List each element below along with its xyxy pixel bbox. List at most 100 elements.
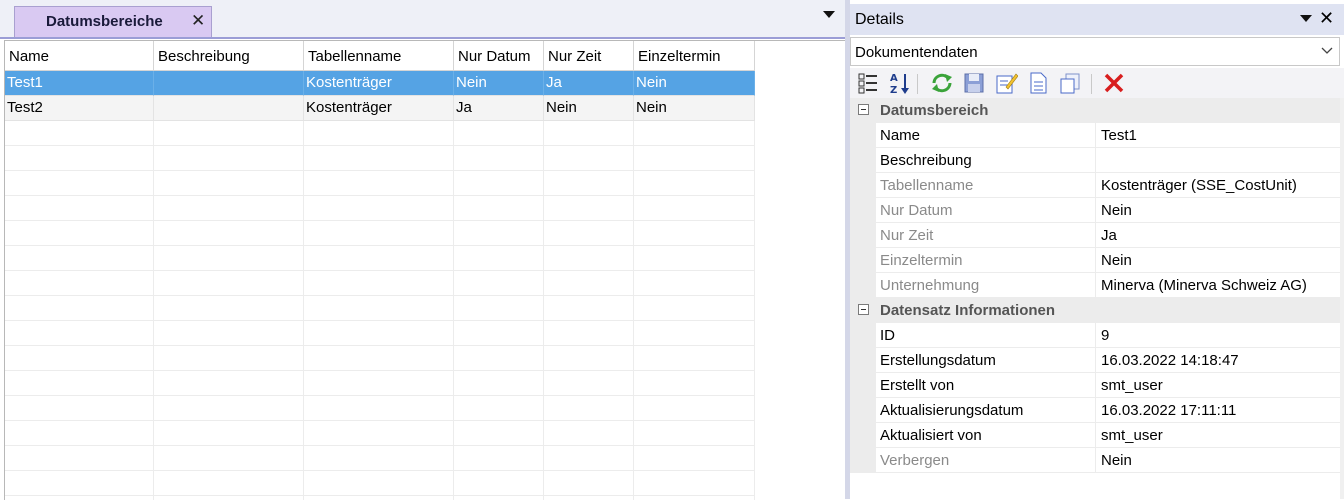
property-value[interactable] xyxy=(1096,148,1340,173)
delete-icon[interactable] xyxy=(1102,71,1126,95)
tab-menu-dropdown-icon[interactable] xyxy=(822,9,836,19)
property-row[interactable]: Tabellenname Kostenträger (SSE_CostUnit) xyxy=(850,173,1340,198)
column-header[interactable]: Nur Datum xyxy=(454,41,544,71)
details-header: Details ✕ xyxy=(850,4,1344,35)
table-cell[interactable]: Ja xyxy=(544,71,634,96)
table-cell[interactable]: Nein xyxy=(454,71,544,96)
property-row[interactable]: Erstellungsdatum 16.03.2022 14:18:47 xyxy=(850,348,1340,373)
property-row[interactable]: Aktualisierungsdatum 16.03.2022 17:11:11 xyxy=(850,398,1340,423)
table-cell[interactable]: Nein xyxy=(544,96,634,121)
svg-text:A: A xyxy=(890,73,898,84)
copy-icon[interactable] xyxy=(1058,71,1082,95)
grid-line xyxy=(5,470,755,471)
row-gutter xyxy=(850,423,876,448)
grid-line xyxy=(5,270,755,271)
property-row[interactable]: Nur Datum Nein xyxy=(850,198,1340,223)
edit-icon[interactable] xyxy=(994,71,1018,95)
tab-title: Datumsbereiche xyxy=(46,13,163,30)
property-name: ID xyxy=(876,323,1096,348)
property-name: Erstellt von xyxy=(876,373,1096,398)
details-panel: Details ✕ Dokumentendaten A Z Datumsbere… xyxy=(850,0,1344,499)
new-document-icon[interactable] xyxy=(1026,71,1050,95)
grid-line xyxy=(5,345,755,346)
row-gutter xyxy=(850,448,876,473)
svg-text:Z: Z xyxy=(890,85,897,95)
property-value[interactable]: smt_user xyxy=(1096,373,1340,398)
row-gutter xyxy=(850,173,876,198)
property-row[interactable]: Aktualisiert von smt_user xyxy=(850,423,1340,448)
table-row[interactable]: Test2 Kostenträger Ja Nein Nein xyxy=(5,96,755,121)
property-value[interactable]: smt_user xyxy=(1096,423,1340,448)
panel-menu-dropdown-icon[interactable] xyxy=(1299,13,1313,23)
table-cell[interactable] xyxy=(154,71,304,96)
table-cell[interactable]: Test2 xyxy=(5,96,154,121)
document-area: Datumsbereiche ✕ Name Beschreibung Tabelle… xyxy=(0,0,846,500)
property-row[interactable]: Name Test1 xyxy=(850,123,1340,148)
property-row[interactable]: Beschreibung xyxy=(850,148,1340,173)
refresh-icon[interactable] xyxy=(930,71,954,95)
details-title: Details xyxy=(855,11,904,28)
row-gutter xyxy=(850,373,876,398)
property-value: Nein xyxy=(1096,198,1340,223)
save-icon[interactable] xyxy=(962,71,986,95)
tab-datumsbereiche[interactable]: Datumsbereiche ✕ xyxy=(14,6,212,37)
property-row[interactable]: Nur Zeit Ja xyxy=(850,223,1340,248)
table-cell[interactable]: Test1 xyxy=(5,71,154,96)
property-row[interactable]: ID 9 xyxy=(850,323,1340,348)
column-header[interactable]: Tabellenname xyxy=(304,41,454,71)
collapse-icon[interactable] xyxy=(858,104,869,115)
property-grid-scrollbar[interactable] xyxy=(1340,98,1344,499)
property-name: Tabellenname xyxy=(876,173,1096,198)
grid-line xyxy=(153,71,154,500)
row-gutter xyxy=(850,198,876,223)
row-gutter xyxy=(850,398,876,423)
data-grid[interactable]: Name Beschreibung Tabellenname Nur Datum Nur… xyxy=(4,40,846,500)
grid-line xyxy=(5,245,755,246)
column-header[interactable]: Beschreibung xyxy=(154,41,304,71)
details-toolbar: A Z xyxy=(850,68,1344,99)
toolbar-separator xyxy=(917,74,918,94)
property-category[interactable]: Datumsbereich xyxy=(850,98,1340,123)
property-value[interactable]: 9 xyxy=(1096,323,1340,348)
row-gutter xyxy=(850,123,876,148)
row-gutter xyxy=(850,248,876,273)
grid-line xyxy=(5,495,755,496)
property-row[interactable]: Verbergen Nein xyxy=(850,448,1340,473)
close-icon[interactable]: ✕ xyxy=(1319,8,1334,29)
grid-line xyxy=(633,71,634,500)
grid-line xyxy=(543,71,544,500)
grid-line xyxy=(5,170,755,171)
column-header[interactable]: Name xyxy=(5,41,154,71)
table-cell[interactable] xyxy=(154,96,304,121)
property-category[interactable]: Datensatz Informationen xyxy=(850,298,1340,323)
categorized-icon[interactable] xyxy=(856,71,880,95)
property-row[interactable]: Einzeltermin Nein xyxy=(850,248,1340,273)
property-row[interactable]: Erstellt von smt_user xyxy=(850,373,1340,398)
column-header[interactable]: Einzeltermin xyxy=(634,41,755,71)
property-name: Einzeltermin xyxy=(876,248,1096,273)
property-value: Ja xyxy=(1096,223,1340,248)
grid-line xyxy=(453,71,454,500)
table-row[interactable]: Test1 Kostenträger Nein Ja Nein xyxy=(5,71,755,96)
collapse-icon[interactable] xyxy=(858,304,869,315)
grid-line xyxy=(303,71,304,500)
table-cell[interactable]: Kostenträger xyxy=(304,96,454,121)
column-header[interactable]: Nur Zeit xyxy=(544,41,634,71)
grid-line xyxy=(754,71,755,500)
row-gutter xyxy=(850,273,876,298)
property-name: Nur Datum xyxy=(876,198,1096,223)
property-value[interactable]: 16.03.2022 17:11:11 xyxy=(1096,398,1340,423)
property-row[interactable]: Unternehmung Minerva (Minerva Schweiz AG) xyxy=(850,273,1340,298)
table-cell[interactable]: Kostenträger xyxy=(304,71,454,96)
table-cell[interactable]: Ja xyxy=(454,96,544,121)
sort-alpha-icon[interactable]: A Z xyxy=(888,71,912,95)
table-cell[interactable]: Nein xyxy=(634,71,755,96)
grid-line xyxy=(5,370,755,371)
table-cell[interactable]: Nein xyxy=(634,96,755,121)
close-icon[interactable]: ✕ xyxy=(191,11,205,31)
document-data-select[interactable]: Dokumentendaten xyxy=(850,37,1340,66)
property-name: Beschreibung xyxy=(876,148,1096,173)
property-value[interactable]: Test1 xyxy=(1096,123,1340,148)
grid-line xyxy=(5,145,755,146)
property-value[interactable]: 16.03.2022 14:18:47 xyxy=(1096,348,1340,373)
